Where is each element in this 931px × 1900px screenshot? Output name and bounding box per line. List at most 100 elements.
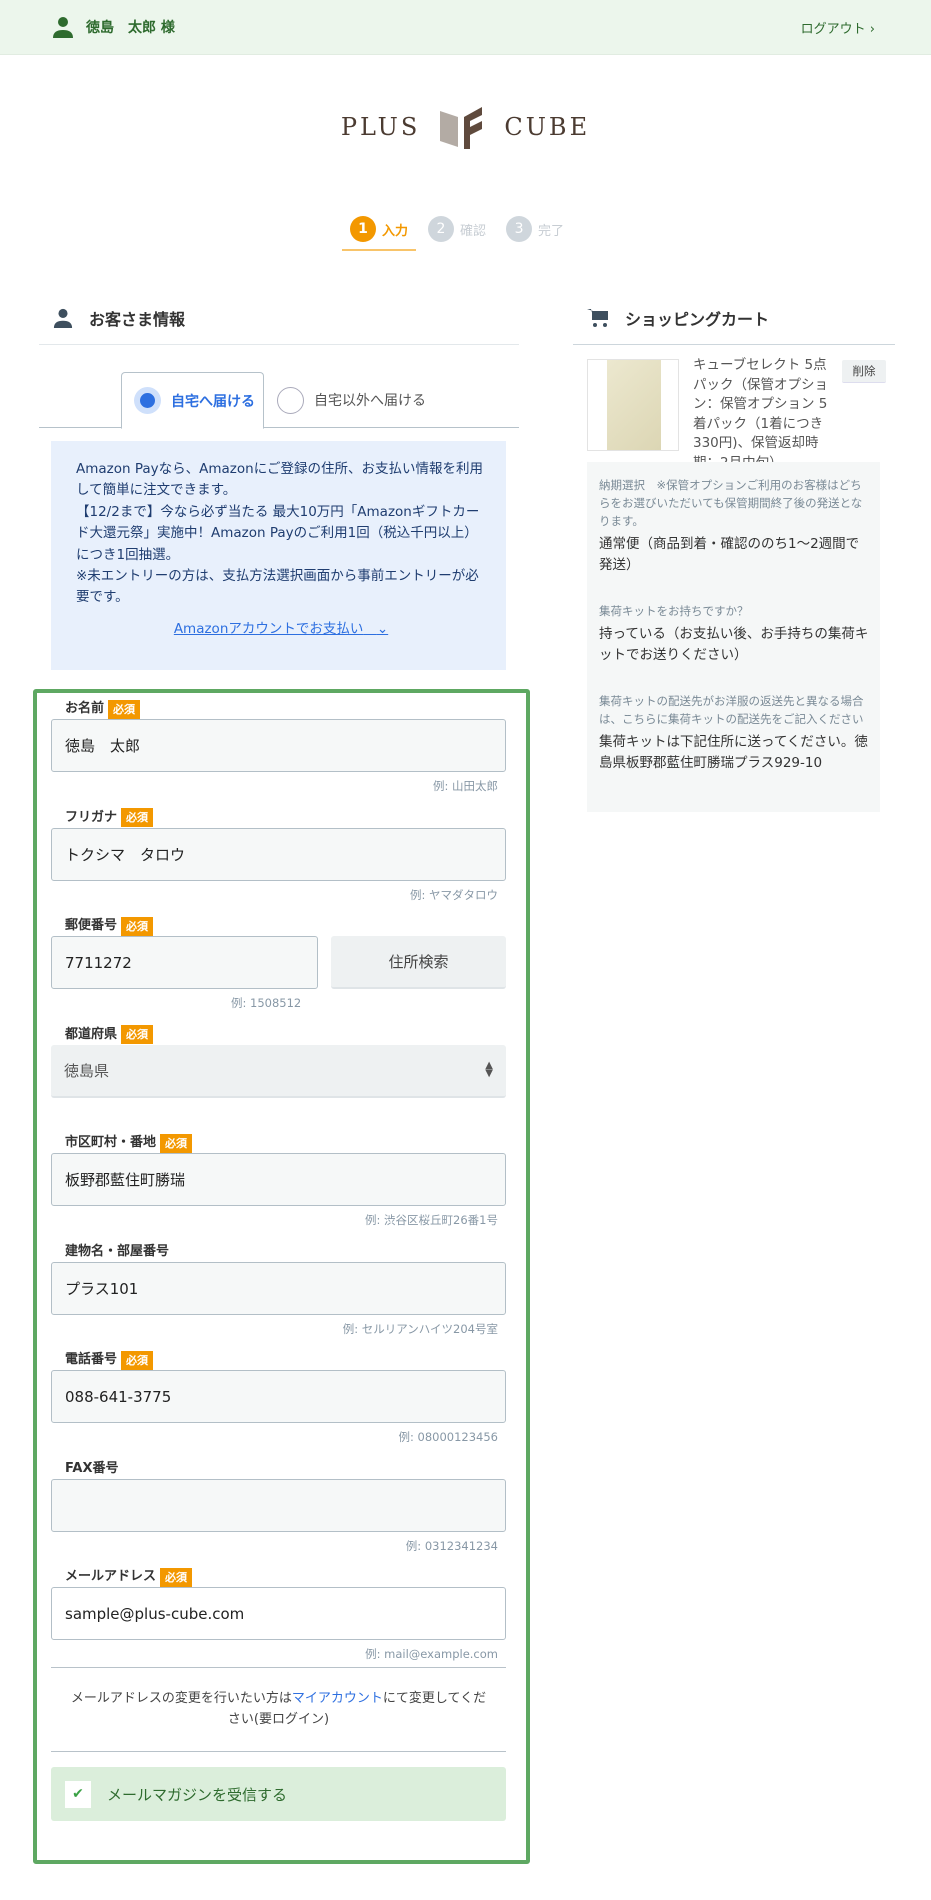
cart-icon (587, 309, 608, 327)
step-label: 完了 (538, 223, 565, 239)
field-label: FAX番号 (65, 1460, 119, 1476)
chevron-down-icon: ⌄ (376, 620, 389, 637)
name-input[interactable] (51, 719, 506, 772)
prefecture-select[interactable]: 徳島県 ▲ ▼ (51, 1044, 506, 1098)
cart-section-header: ショッピングカート (573, 303, 895, 345)
tab-other-delivery[interactable]: 自宅以外へ届ける (277, 372, 426, 428)
email-input[interactable] (51, 1587, 506, 1640)
option-label: 集荷キットの配送先がお洋服の返送先と異なる場合は、こちらに集荷キットの配送先をご… (599, 694, 864, 726)
field-label: 郵便番号 (65, 918, 118, 933)
amazon-pay-box: Amazon Payなら、Amazonにご登録の住所、お支払い情報を利用して簡単… (51, 441, 506, 670)
user-icon (53, 17, 73, 38)
field-fax: FAX番号 例: 0312341234 (51, 1459, 512, 1568)
user-greeting: 徳島 太郎 様 (52, 16, 175, 38)
chevron-right-icon: › (869, 22, 875, 37)
select-value: 徳島県 (64, 1061, 110, 1080)
step-number: 3 (506, 216, 533, 242)
field-hint: 例: 山田太郎 (432, 779, 498, 793)
field-label: 電話番号 (65, 1352, 118, 1367)
note-text: メールアドレスの変更を行いたい方は (70, 1691, 292, 1706)
field-email: メールアドレス必須 例: mail@example.com (51, 1567, 512, 1667)
tab-label: 自宅へ届ける (171, 393, 255, 410)
section-title: お客さま情報 (89, 310, 186, 329)
tel-input[interactable] (51, 1370, 506, 1423)
user-icon (53, 308, 73, 328)
required-badge: 必須 (121, 1025, 154, 1044)
amazon-pay-link[interactable]: Amazonアカウントでお支払い ⌄ (76, 619, 486, 640)
required-badge: 必須 (121, 916, 154, 936)
logo-text-right: CUBE (504, 113, 591, 141)
field-kana: フリガナ必須 例: ヤマダタロウ (51, 808, 512, 917)
section-title: ショッピングカート (625, 310, 770, 329)
newsletter-checkbox[interactable]: ✔ メールマガジンを受信する (51, 1767, 506, 1821)
step-label: 入力 (382, 223, 409, 239)
sort-arrows-icon: ▲ ▼ (485, 1060, 493, 1079)
field-tel: 電話番号必須 例: 08000123456 (51, 1350, 512, 1459)
city-input[interactable] (51, 1153, 506, 1206)
address-search-button[interactable]: 住所検索 (331, 936, 506, 989)
option-value: 持っている（お支払い後、お手持ちの集荷キットでお送りください） (599, 626, 869, 663)
option-label: 集荷キットをお持ちですか？ (599, 604, 749, 618)
logo[interactable]: PLUS CUBE (0, 105, 931, 149)
option-value: 集荷キットは下記住所に送ってください。徳島県板野郡藍住町勝瑞プラス929-10 (599, 734, 868, 771)
field-label: 市区町村・番地 (65, 1135, 157, 1150)
check-icon: ✔ (65, 1780, 91, 1808)
required-badge: 必須 (160, 1567, 193, 1587)
newsletter-label: メールマガジンを受信する (107, 1785, 288, 1804)
field-hint: 例: 渋谷区桜丘町26番1号 (365, 1213, 498, 1227)
field-city: 市区町村・番地必須 例: 渋谷区桜丘町26番1号 (51, 1133, 512, 1242)
active-step-underline (342, 249, 416, 251)
radio-empty-icon (277, 386, 304, 414)
step-label: 確認 (460, 223, 487, 239)
fax-input[interactable] (51, 1478, 506, 1532)
option-label: 納期選択 ※保管オプションご利用のお客様はどちらをお選びいただいても保管期間終了… (599, 478, 863, 528)
divider (573, 344, 895, 345)
kana-input[interactable] (51, 827, 506, 881)
field-hint: 例: 0312341234 (405, 1538, 498, 1553)
field-building: 建物名・部屋番号 例: セルリアンハイツ204号室 (51, 1242, 512, 1351)
required-badge: 必須 (121, 1350, 154, 1370)
email-change-note: メールアドレスの変更を行いたい方はマイアカウントにて変更してください(要ログイン… (51, 1668, 506, 1751)
logout-label: ログアウト (800, 22, 866, 37)
amazon-link-label: Amazonアカウントでお支払い (173, 620, 364, 637)
field-name: お名前必須 例: 山田太郎 (51, 699, 512, 808)
product-name: キューブセレクト 5点パック（保管オプション：保管オプション 5着パック（1着に… (693, 357, 828, 471)
field-hint: 例: 1508512 (231, 996, 302, 1010)
field-label: 建物名・部屋番号 (65, 1243, 170, 1259)
divider (51, 1751, 506, 1752)
field-zip: 郵便番号必須 住所検索 例: 1508512 (51, 916, 512, 1025)
logo-mark-icon (440, 107, 483, 149)
step-input: 1 入力 (350, 216, 408, 242)
field-label: フリガナ (65, 809, 118, 825)
step-number: 1 (350, 216, 376, 242)
amazon-text: ※未エントリーの方は、支払方法選択画面から事前エントリーが必要です。 (76, 568, 479, 606)
amazon-text: Amazon Payなら、Amazonにご登録の住所、お支払い情報を利用して簡単… (76, 461, 483, 499)
logout-link[interactable]: ログアウト › (801, 18, 875, 37)
field-hint: 例: 08000123456 (398, 1430, 498, 1444)
customer-section-header: お客さま情報 (39, 303, 519, 345)
zip-input[interactable] (51, 936, 318, 989)
field-prefecture: 都道府県 必須 徳島県 ▲ ▼ (51, 1025, 512, 1134)
cart-options: 納期選択 ※保管オプションご利用のお客様はどちらをお選びいただいても保管期間終了… (587, 462, 880, 812)
option-value: 通常便（商品到着・確認ののち1〜2週間で発送） (599, 536, 860, 573)
required-badge: 必須 (121, 808, 154, 827)
field-hint: 例: mail@example.com (365, 1647, 498, 1661)
tab-home-delivery[interactable]: 自宅へ届ける (121, 372, 264, 429)
tab-label: 自宅以外へ届ける (314, 393, 426, 409)
step-complete: 3 完了 (506, 216, 564, 242)
progress-steps: 1 入力 2 確認 3 完了 (350, 216, 564, 242)
top-bar: 徳島 太郎 様 ログアウト › (0, 0, 931, 55)
amazon-text: 【12/2まで】今なら必ず当たる 最大10万円「Amazonギフトカード大還元祭… (76, 503, 480, 563)
customer-form: お名前必須 例: 山田太郎 フリガナ必須 例: ヤマダタロウ 郵便番号必須 住所… (33, 689, 530, 1864)
step-confirm: 2 確認 (428, 216, 486, 242)
field-label: 都道府県 (65, 1026, 118, 1042)
product-image (587, 359, 679, 451)
field-label: メールアドレス (65, 1569, 157, 1584)
delete-button[interactable]: 削除 (842, 360, 886, 383)
delivery-tabs: 自宅へ届ける 自宅以外へ届ける (39, 372, 519, 429)
building-input[interactable] (51, 1261, 506, 1315)
radio-selected-icon (134, 387, 161, 414)
my-account-link[interactable]: マイアカウント (292, 1691, 383, 1706)
required-badge: 必須 (108, 699, 141, 719)
divider (39, 344, 519, 345)
